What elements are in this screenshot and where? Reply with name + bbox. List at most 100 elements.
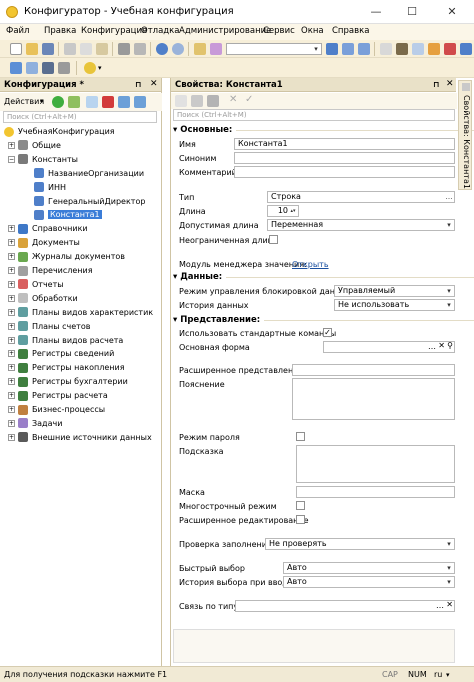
tree-item[interactable]: + Внешние источники данных xyxy=(8,431,152,444)
chevron-down-icon[interactable]: ▾ xyxy=(444,577,454,587)
chevron-down-icon[interactable]: ▾ xyxy=(40,97,44,105)
ellipsis-icon[interactable]: … xyxy=(428,342,436,352)
cut-icon[interactable] xyxy=(64,43,76,55)
expand-toggle-icon[interactable]: + xyxy=(8,294,15,302)
input-history-select[interactable]: Авто ▾ xyxy=(283,576,455,588)
preview-icon[interactable] xyxy=(134,43,146,55)
save-icon[interactable] xyxy=(42,43,54,55)
menu-windows[interactable]: Окна xyxy=(301,26,324,36)
print-icon[interactable] xyxy=(118,43,130,55)
search-icon[interactable]: ⚲ xyxy=(447,342,453,351)
expand-toggle-icon[interactable]: + xyxy=(8,336,15,344)
close-icon[interactable]: ✕ xyxy=(150,79,158,89)
db-icon[interactable] xyxy=(26,62,38,74)
mask-field[interactable] xyxy=(296,486,455,498)
pin-icon[interactable]: ⊓ xyxy=(135,80,141,89)
tree-item[interactable]: + Бизнес-процессы xyxy=(8,403,105,416)
main-form-field[interactable]: … ✕ ⚲ xyxy=(323,341,455,353)
info-icon[interactable] xyxy=(460,43,472,55)
clear-icon[interactable]: ✕ xyxy=(438,342,445,351)
expand-toggle-icon[interactable]: + xyxy=(8,308,15,316)
search-next-icon[interactable] xyxy=(326,43,338,55)
tooltip-field[interactable] xyxy=(296,445,455,483)
expand-toggle-icon[interactable]: + xyxy=(8,433,15,441)
expand-toggle-icon[interactable]: + xyxy=(8,225,15,233)
type-field[interactable]: Строка… xyxy=(267,191,455,203)
tree-item[interactable]: + Справочники xyxy=(8,222,88,235)
search-back-icon[interactable] xyxy=(342,43,354,55)
tree-item[interactable]: + Перечисления xyxy=(8,264,93,277)
data-history-select[interactable]: Не использовать ▾ xyxy=(334,299,455,311)
chevron-down-icon[interactable]: ▾ xyxy=(444,539,454,549)
chevron-down-icon[interactable]: ▾ xyxy=(444,220,454,230)
debug-start-icon[interactable] xyxy=(84,62,96,74)
cancel-icon[interactable]: ✕ xyxy=(229,94,237,105)
apply-icon[interactable]: ✓ xyxy=(245,94,253,105)
compare-icon[interactable] xyxy=(412,43,424,55)
search-forward-icon[interactable] xyxy=(358,43,370,55)
close-icon[interactable]: ✕ xyxy=(446,79,454,89)
expand-toggle-icon[interactable]: + xyxy=(8,378,15,386)
quick-choice-select[interactable]: Авто ▾ xyxy=(283,562,455,574)
multiline-checkbox[interactable] xyxy=(296,501,305,510)
expand-toggle-icon[interactable]: + xyxy=(8,253,15,261)
explanation-field[interactable] xyxy=(292,378,455,420)
spinner-icon[interactable]: ▴▾ xyxy=(288,206,298,216)
ext-edit-checkbox[interactable] xyxy=(296,515,305,524)
chevron-down-icon[interactable]: ▾ xyxy=(311,44,321,54)
clear-icon[interactable]: ✕ xyxy=(446,601,453,610)
expand-toggle-icon[interactable]: + xyxy=(8,364,15,372)
properties-list-icon[interactable] xyxy=(207,95,219,107)
syntax-icon[interactable] xyxy=(428,43,440,55)
paste-icon[interactable] xyxy=(96,43,108,55)
menu-edit[interactable]: Правка xyxy=(44,26,76,36)
length-field[interactable]: 10 ▴▾ xyxy=(267,205,299,217)
tree-item[interactable]: + Документы xyxy=(8,236,80,249)
sort-category-icon[interactable] xyxy=(191,95,203,107)
synonym-field[interactable] xyxy=(234,152,455,164)
fill-check-select[interactable]: Не проверять ▾ xyxy=(265,538,455,550)
undo-icon[interactable] xyxy=(156,43,168,55)
close-window-button[interactable]: ✕ xyxy=(438,2,466,22)
help-icon[interactable] xyxy=(444,43,456,55)
menu-service[interactable]: Сервис xyxy=(263,26,295,36)
chevron-down-icon[interactable]: ▾ xyxy=(444,286,454,296)
tree-item[interactable]: + Задачи xyxy=(8,417,62,430)
lang-indicator[interactable]: ru xyxy=(434,670,442,679)
expand-toggle-icon[interactable]: − xyxy=(8,155,15,163)
properties-side-tab[interactable]: Свойства: Константа1 xyxy=(458,80,472,190)
chevron-down-icon[interactable]: ▾ xyxy=(446,671,450,679)
section-data[interactable]: ▾ Данные: xyxy=(173,272,474,282)
tree-item[interactable]: + Регистры сведений xyxy=(8,347,114,360)
allowed-length-select[interactable]: Переменная ▾ xyxy=(267,219,455,231)
tree-item[interactable]: + Общие xyxy=(8,139,61,152)
tree-item[interactable]: + Регистры бухгалтерии xyxy=(8,375,128,388)
maximize-button[interactable]: ☐ xyxy=(398,2,426,22)
find-icon[interactable] xyxy=(194,43,206,55)
chevron-down-icon[interactable]: ▾ xyxy=(444,300,454,310)
lock-mode-select[interactable]: Управляемый ▾ xyxy=(334,285,455,297)
add-icon[interactable] xyxy=(52,96,64,108)
chevron-down-icon[interactable]: ▾ xyxy=(98,64,102,72)
minimize-button[interactable]: — xyxy=(362,2,390,22)
delete-icon[interactable] xyxy=(102,96,114,108)
expand-toggle-icon[interactable]: + xyxy=(8,406,15,413)
config-icon[interactable] xyxy=(10,62,22,74)
tree-item[interactable]: + Регистры расчета xyxy=(8,389,108,402)
expand-toggle-icon[interactable]: + xyxy=(8,350,15,358)
link-by-type-field[interactable]: … ✕ xyxy=(235,600,455,612)
new-file-icon[interactable] xyxy=(10,43,22,55)
actions-menu[interactable]: Действия xyxy=(4,97,44,106)
tree-item[interactable]: Константа1 xyxy=(34,208,102,221)
menu-configuration[interactable]: Конфигурация xyxy=(81,26,147,36)
tree-item[interactable]: + Журналы документов xyxy=(8,250,125,263)
unlimited-length-checkbox[interactable] xyxy=(269,235,278,244)
copy-object-icon[interactable] xyxy=(86,96,98,108)
tree-item[interactable]: + Отчеты xyxy=(8,278,64,291)
menu-help[interactable]: Справка xyxy=(332,26,369,36)
tree-item[interactable]: + Планы видов расчета xyxy=(8,334,123,347)
password-mode-checkbox[interactable] xyxy=(296,432,305,441)
window-icon[interactable] xyxy=(380,43,392,55)
expand-toggle-icon[interactable]: + xyxy=(8,322,15,330)
section-presentation[interactable]: ▾ Представление: xyxy=(173,315,474,325)
